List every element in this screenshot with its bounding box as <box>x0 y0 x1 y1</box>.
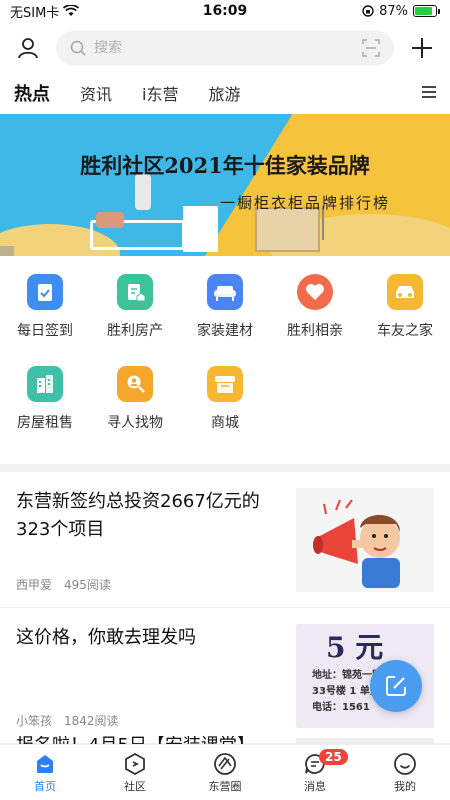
tabs-menu-icon[interactable] <box>420 84 438 100</box>
battery-icon <box>413 5 440 17</box>
nav-dongying-circle[interactable]: 东营圈 <box>180 745 270 800</box>
grid-label: 商城 <box>211 415 239 431</box>
feed-title: 东营新签约总投资2667亿元的323个项目 <box>16 491 260 540</box>
person-search-icon <box>117 366 153 402</box>
grid-label: 寻人找物 <box>107 415 163 431</box>
nav-label: 首页 <box>34 779 56 793</box>
nav-label: 社区 <box>124 779 146 793</box>
top-header <box>0 24 450 72</box>
grid-item-property[interactable]: 胜利房产 <box>90 274 180 366</box>
heart-icon <box>297 274 333 310</box>
user-icon <box>18 38 38 59</box>
grid-item-checkin[interactable]: 每日签到 <box>0 274 90 366</box>
feed-author: 小笨孩 <box>16 714 53 728</box>
feed-reads: 1842阅读 <box>64 714 119 728</box>
service-grid: 每日签到 胜利房产 家装建材 胜利相亲 车友之家 房屋租售 寻人找物 商城 <box>0 256 450 458</box>
cabinet-illustration <box>255 207 320 252</box>
smile-icon <box>394 752 416 775</box>
user-profile-button[interactable] <box>14 34 42 62</box>
promo-banner[interactable]: 胜利社区2021年十佳家装品牌 一橱柜衣柜品牌排行榜 <box>0 114 450 256</box>
nav-label: 东营圈 <box>208 779 242 793</box>
home-icon <box>37 754 53 773</box>
plus-icon <box>412 38 432 58</box>
building-icon <box>27 366 63 402</box>
thumb-line: 电话：1561 <box>312 702 370 713</box>
status-bar: 无SIM卡 16:09 87% <box>0 0 450 22</box>
section-divider <box>0 464 450 472</box>
search-icon <box>70 40 86 56</box>
edit-icon <box>386 676 406 696</box>
grid-item-rental[interactable]: 房屋租售 <box>0 366 90 458</box>
feed-thumbnail <box>296 488 434 592</box>
nav-label: 消息 <box>304 779 326 793</box>
tab-news[interactable]: 资讯 <box>80 81 112 105</box>
grid-label: 房屋租售 <box>17 415 73 431</box>
search-bar[interactable] <box>56 31 394 65</box>
tab-hot[interactable]: 热点 <box>14 80 50 106</box>
feed-title: 这价格，你敢去理发吗 <box>16 627 196 648</box>
battery-percent: 87% <box>379 3 408 19</box>
house-document-icon <box>117 274 153 310</box>
nav-profile[interactable]: 我的 <box>360 745 450 800</box>
wifi-icon <box>63 5 80 16</box>
message-badge: 25 <box>319 749 348 765</box>
tab-idongying[interactable]: i东营 <box>142 81 178 105</box>
ad-marker <box>0 246 14 256</box>
add-button[interactable] <box>408 34 436 62</box>
scan-icon[interactable] <box>362 39 380 57</box>
search-input[interactable] <box>94 40 354 56</box>
grid-item-mall[interactable]: 商城 <box>180 366 270 458</box>
car-icon <box>387 274 423 310</box>
thumb-price: 5 元 <box>326 631 384 664</box>
nav-community[interactable]: 社区 <box>90 745 180 800</box>
nav-home[interactable]: 首页 <box>0 745 90 800</box>
compose-button[interactable] <box>370 660 422 712</box>
hexagon-icon <box>125 752 145 775</box>
feed-item[interactable]: 东营新签约总投资2667亿元的323个项目 西甲爱 495阅读 <box>0 472 450 608</box>
banner-title: 胜利社区2021年十佳家装品牌 <box>80 153 370 178</box>
compass-icon <box>214 752 236 775</box>
category-tabs: 热点 资讯 i东营 旅游 <box>0 72 450 114</box>
grid-item-lost-found[interactable]: 寻人找物 <box>90 366 180 458</box>
grid-item-car-club[interactable]: 车友之家 <box>360 274 450 366</box>
nav-messages[interactable]: 25 消息 <box>270 745 360 800</box>
orientation-lock-icon <box>362 5 374 17</box>
megaphone-cartoon-image <box>313 499 400 588</box>
grid-label: 车友之家 <box>377 323 433 339</box>
feed-reads: 495阅读 <box>64 578 111 592</box>
store-icon <box>207 366 243 402</box>
nav-label: 我的 <box>394 779 416 793</box>
clipboard-check-icon <box>27 274 63 310</box>
feed-author: 西甲爱 <box>16 578 53 592</box>
grid-label: 每日签到 <box>17 323 73 339</box>
grid-label: 胜利房产 <box>107 323 163 339</box>
sofa-icon <box>207 274 243 310</box>
tab-travel[interactable]: 旅游 <box>208 81 240 105</box>
grid-label: 家装建材 <box>197 323 253 339</box>
grid-label: 胜利相亲 <box>287 323 343 339</box>
phone-illustration <box>96 212 124 228</box>
grid-item-dating[interactable]: 胜利相亲 <box>270 274 360 366</box>
carrier-text: 无SIM卡 <box>10 5 60 21</box>
banner-subtitle: 一橱柜衣柜品牌排行榜 <box>219 194 390 212</box>
bottom-nav: 首页 社区 东营圈 25 消息 我的 <box>0 744 450 800</box>
grid-item-home-decor[interactable]: 家装建材 <box>180 274 270 366</box>
